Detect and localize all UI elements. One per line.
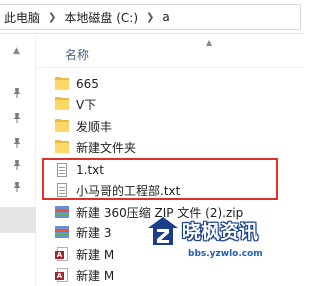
chevron-right-icon[interactable]: ❯ xyxy=(140,12,160,23)
zip-archive-icon xyxy=(54,204,70,220)
pin-icon[interactable] xyxy=(10,111,24,125)
breadcrumb-local-disk[interactable]: 本地磁盘 (C:) xyxy=(62,9,140,26)
file-name: 新建 3 xyxy=(76,225,112,240)
folder-icon xyxy=(54,96,70,112)
column-header-name[interactable]: 名称 xyxy=(65,46,89,63)
header-divider xyxy=(36,67,303,68)
folder-icon xyxy=(54,139,70,155)
navigation-pane: ▲ xyxy=(0,34,36,286)
highlight-box xyxy=(42,158,278,200)
watermark-url: bbs.yzwlo.com xyxy=(188,249,263,259)
nav-selected-item[interactable] xyxy=(0,207,36,233)
pin-icon[interactable] xyxy=(10,136,24,150)
file-name: 新建文件夹 xyxy=(76,140,137,155)
folder-icon xyxy=(54,76,70,92)
list-item[interactable]: 发顺丰 xyxy=(54,116,301,136)
pin-icon[interactable] xyxy=(10,158,24,172)
file-name: 新建 M xyxy=(76,247,115,262)
access-database-icon: A xyxy=(54,267,70,283)
watermark-title: 晓枫资讯 xyxy=(182,221,259,243)
zip-archive-icon xyxy=(54,224,70,240)
breadcrumb-this-pc[interactable]: 此电脑 xyxy=(2,9,42,26)
sort-arrow-icon[interactable]: ▲ xyxy=(206,38,212,47)
chevron-up-icon[interactable]: ▲ xyxy=(13,46,20,56)
file-name: 665 xyxy=(76,77,99,91)
watermark-logo-icon xyxy=(148,217,178,245)
file-name: 新建 M xyxy=(76,268,115,283)
watermark: 晓枫资讯 bbs.yzwlo.com xyxy=(146,211,272,273)
list-item[interactable]: 665 xyxy=(54,74,301,94)
pin-icon[interactable] xyxy=(10,180,24,194)
breadcrumb-folder-a[interactable]: a xyxy=(160,10,171,24)
folder-icon xyxy=(54,118,70,134)
chevron-right-icon[interactable]: ❯ xyxy=(42,12,62,23)
file-name: 发顺丰 xyxy=(76,119,113,134)
address-bar[interactable]: 此电脑 ❯ 本地磁盘 (C:) ❯ a xyxy=(0,0,303,34)
list-item[interactable]: V下 xyxy=(54,94,301,114)
list-item[interactable]: 新建文件夹 xyxy=(54,137,301,157)
access-database-icon: A xyxy=(54,246,70,262)
pin-icon[interactable] xyxy=(10,86,24,100)
file-name: V下 xyxy=(76,97,97,112)
breadcrumb[interactable]: 此电脑 ❯ 本地磁盘 (C:) ❯ a xyxy=(0,4,301,30)
